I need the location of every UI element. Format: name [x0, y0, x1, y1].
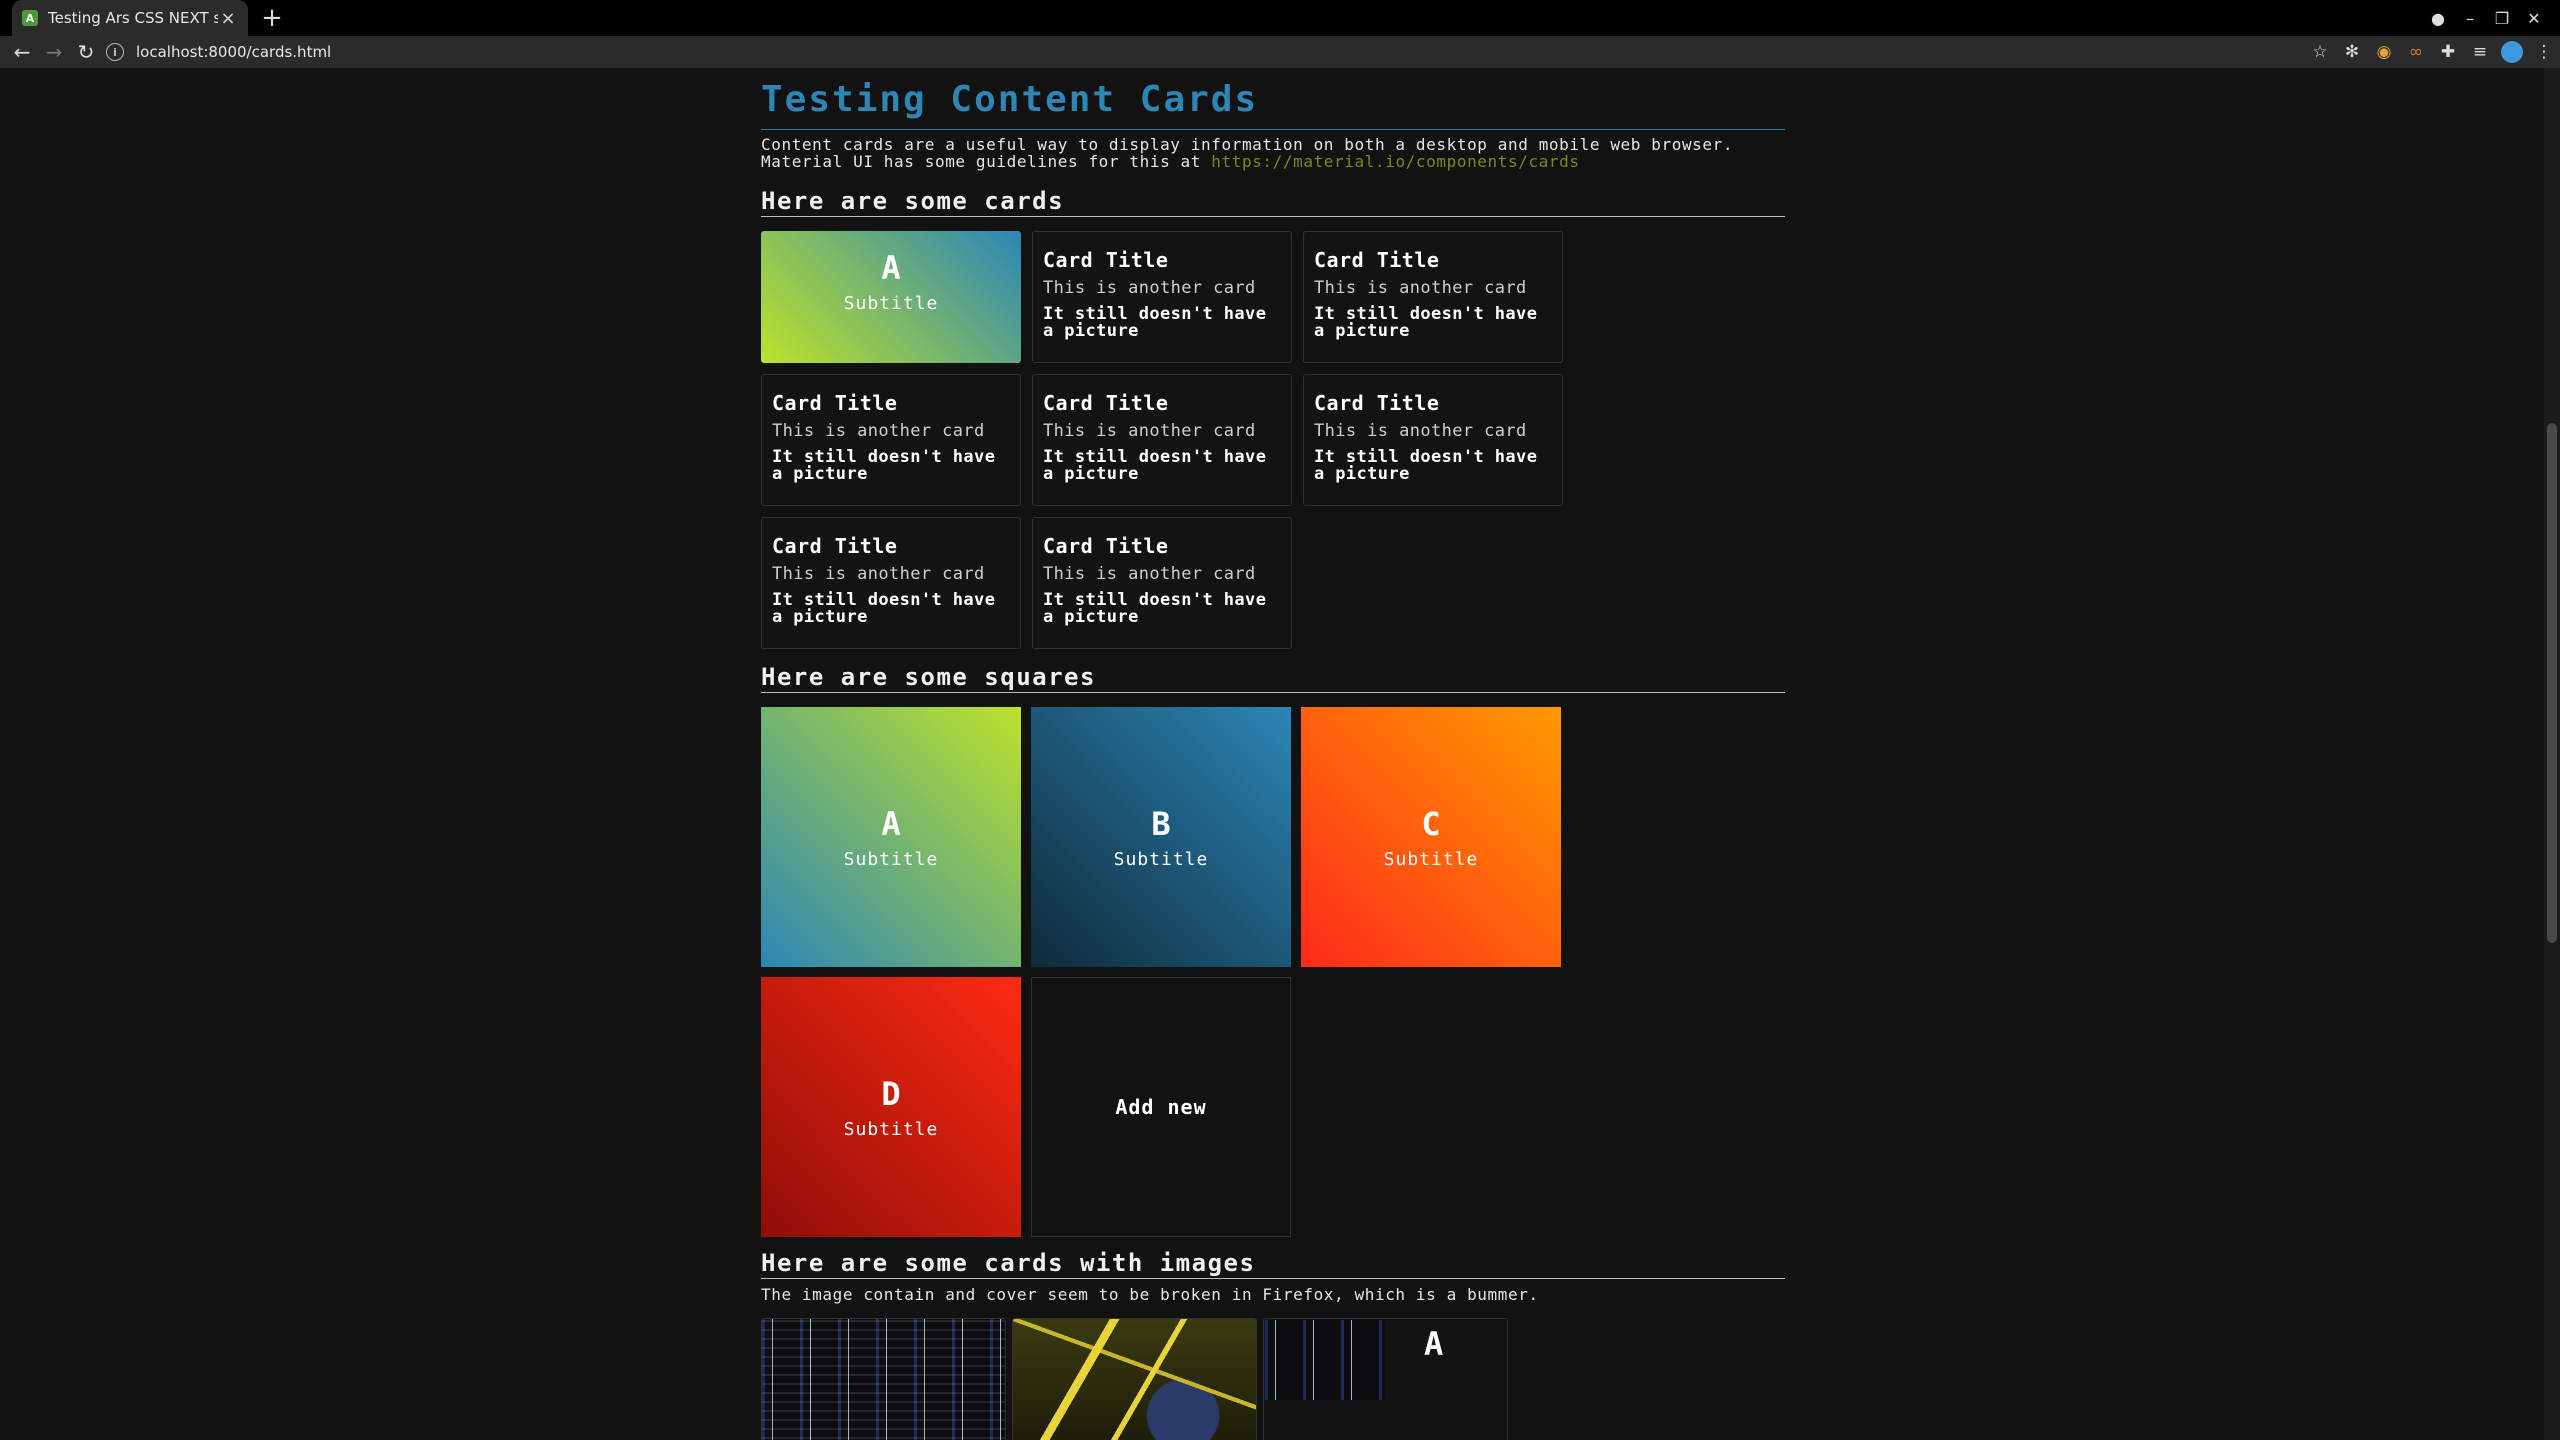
- card-body: It still doesn't have a picture: [1043, 304, 1267, 341]
- image-cards-row: A: [761, 1318, 1785, 1440]
- toolbar-extensions: ☆ ✻ ◉ ∞ ✚ ≡ ⋮: [2304, 36, 2560, 68]
- page-content: Testing Content Cards Content cards are …: [761, 68, 1785, 1440]
- extension-gear-icon[interactable]: ✻: [2336, 42, 2368, 62]
- card-title: Card Title: [1043, 534, 1169, 558]
- square-subtitle: Subtitle: [1383, 848, 1479, 870]
- card-title: Card Title: [1314, 391, 1440, 415]
- content-card[interactable]: Card Title This is another card It still…: [1032, 374, 1292, 506]
- card-body: It still doesn't have a picture: [1043, 447, 1267, 484]
- card-subtitle: This is another card: [772, 564, 985, 584]
- images-heading: Here are some cards with images: [761, 1249, 1785, 1279]
- square-c[interactable]: C Subtitle: [1301, 707, 1561, 967]
- back-icon[interactable]: ←: [6, 36, 38, 68]
- card-subtitle: This is another card: [1043, 278, 1256, 298]
- site-info-icon[interactable]: i: [106, 43, 124, 61]
- reload-icon[interactable]: ↻: [70, 36, 102, 68]
- image-card-circuit[interactable]: [1012, 1318, 1257, 1440]
- browser-tab[interactable]: A Testing Ars CSS NEXT styling ×: [12, 0, 248, 36]
- new-tab-button[interactable]: +: [258, 4, 286, 32]
- close-window-icon[interactable]: ✕: [2518, 9, 2550, 28]
- card-letter: A: [1424, 1325, 1444, 1363]
- minimize-icon[interactable]: –: [2454, 9, 2486, 28]
- tab-title: Testing Ars CSS NEXT styling: [48, 9, 218, 27]
- close-tab-icon[interactable]: ×: [218, 8, 238, 29]
- reading-list-icon[interactable]: ≡: [2464, 42, 2496, 62]
- server-rack-image: [762, 1319, 1005, 1440]
- intro-paragraph: Content cards are a useful way to displa…: [761, 136, 1785, 170]
- card-title: Card Title: [772, 391, 898, 415]
- favicon-icon: A: [22, 10, 38, 26]
- content-card[interactable]: Card Title This is another card It still…: [761, 374, 1021, 506]
- url-text[interactable]: localhost:8000/cards.html: [136, 43, 331, 61]
- card-subtitle: Subtitle: [843, 293, 939, 314]
- card-body: It still doesn't have a picture: [772, 447, 996, 484]
- cards-heading: Here are some cards: [761, 187, 1785, 217]
- extension-circle-icon[interactable]: ◉: [2368, 42, 2400, 62]
- squares-heading: Here are some squares: [761, 663, 1785, 693]
- extension-link-icon[interactable]: ∞: [2400, 42, 2432, 62]
- page-scrollbar[interactable]: [2544, 68, 2560, 1440]
- card-body: It still doesn't have a picture: [1314, 447, 1538, 484]
- square-subtitle: Subtitle: [843, 848, 939, 870]
- add-new-label: Add new: [1115, 1095, 1207, 1119]
- thumbnail: [1265, 1320, 1385, 1400]
- square-d[interactable]: D Subtitle: [761, 977, 1021, 1237]
- card-body: It still doesn't have a picture: [772, 590, 996, 627]
- image-card-mixed[interactable]: A: [1263, 1318, 1508, 1440]
- card-subtitle: This is another card: [1314, 278, 1527, 298]
- card-subtitle: This is another card: [1043, 421, 1256, 441]
- server-rack-thumbnail: [1265, 1320, 1385, 1400]
- card-title: Card Title: [772, 534, 898, 558]
- add-new-square[interactable]: Add new: [1031, 977, 1291, 1237]
- squares-grid: A Subtitle B Subtitle C Subtitle D Subti…: [761, 707, 1785, 1237]
- content-card[interactable]: Card Title This is another card It still…: [1032, 517, 1292, 649]
- card-letter: A: [881, 249, 901, 287]
- card-body: It still doesn't have a picture: [1043, 590, 1267, 627]
- cards-grid: A Subtitle Card Title This is another ca…: [761, 231, 1785, 649]
- square-b[interactable]: B Subtitle: [1031, 707, 1291, 967]
- omnibox[interactable]: i localhost:8000/cards.html: [106, 40, 2306, 64]
- card-title: Card Title: [1043, 391, 1169, 415]
- square-letter: C: [1421, 804, 1441, 843]
- card-subtitle: This is another card: [1043, 564, 1256, 584]
- card-title: Card Title: [1314, 248, 1440, 272]
- square-a[interactable]: A Subtitle: [761, 707, 1021, 967]
- media-control-icon[interactable]: ●: [2422, 9, 2454, 28]
- menu-kebab-icon[interactable]: ⋮: [2528, 42, 2560, 62]
- square-letter: D: [881, 1074, 901, 1113]
- forward-icon[interactable]: →: [38, 36, 70, 68]
- image-card-servers[interactable]: [761, 1318, 1006, 1440]
- extensions-puzzle-icon[interactable]: ✚: [2432, 42, 2464, 62]
- square-letter: A: [881, 804, 901, 843]
- square-subtitle: Subtitle: [843, 1118, 939, 1140]
- address-bar: ← → ↻ i localhost:8000/cards.html ☆ ✻ ◉ …: [0, 36, 2560, 68]
- card-title: Card Title: [1043, 248, 1169, 272]
- images-note: The image contain and cover seem to be b…: [761, 1285, 1539, 1304]
- tab-strip: A Testing Ars CSS NEXT styling × + ● – ❐…: [0, 0, 2560, 36]
- square-letter: B: [1151, 804, 1171, 843]
- profile-avatar[interactable]: [2501, 41, 2523, 63]
- content-card[interactable]: Card Title This is another card It still…: [1303, 374, 1563, 506]
- restore-icon[interactable]: ❐: [2486, 9, 2518, 28]
- card-subtitle: This is another card: [772, 421, 985, 441]
- card-subtitle: This is another card: [1314, 421, 1527, 441]
- content-card[interactable]: Card Title This is another card It still…: [1032, 231, 1292, 363]
- material-link[interactable]: https://material.io/components/cards: [1211, 152, 1579, 171]
- content-card[interactable]: Card Title This is another card It still…: [761, 517, 1021, 649]
- gradient-card[interactable]: A Subtitle: [761, 231, 1021, 363]
- scrollbar-thumb[interactable]: [2547, 423, 2557, 943]
- content-card[interactable]: Card Title This is another card It still…: [1303, 231, 1563, 363]
- square-subtitle: Subtitle: [1113, 848, 1209, 870]
- bookmark-star-icon[interactable]: ☆: [2304, 42, 2336, 62]
- circuit-board-image: [1013, 1319, 1256, 1440]
- card-body: It still doesn't have a picture: [1314, 304, 1538, 341]
- window-controls: ● – ❐ ✕: [2422, 0, 2550, 36]
- page-title: Testing Content Cards: [761, 79, 1785, 130]
